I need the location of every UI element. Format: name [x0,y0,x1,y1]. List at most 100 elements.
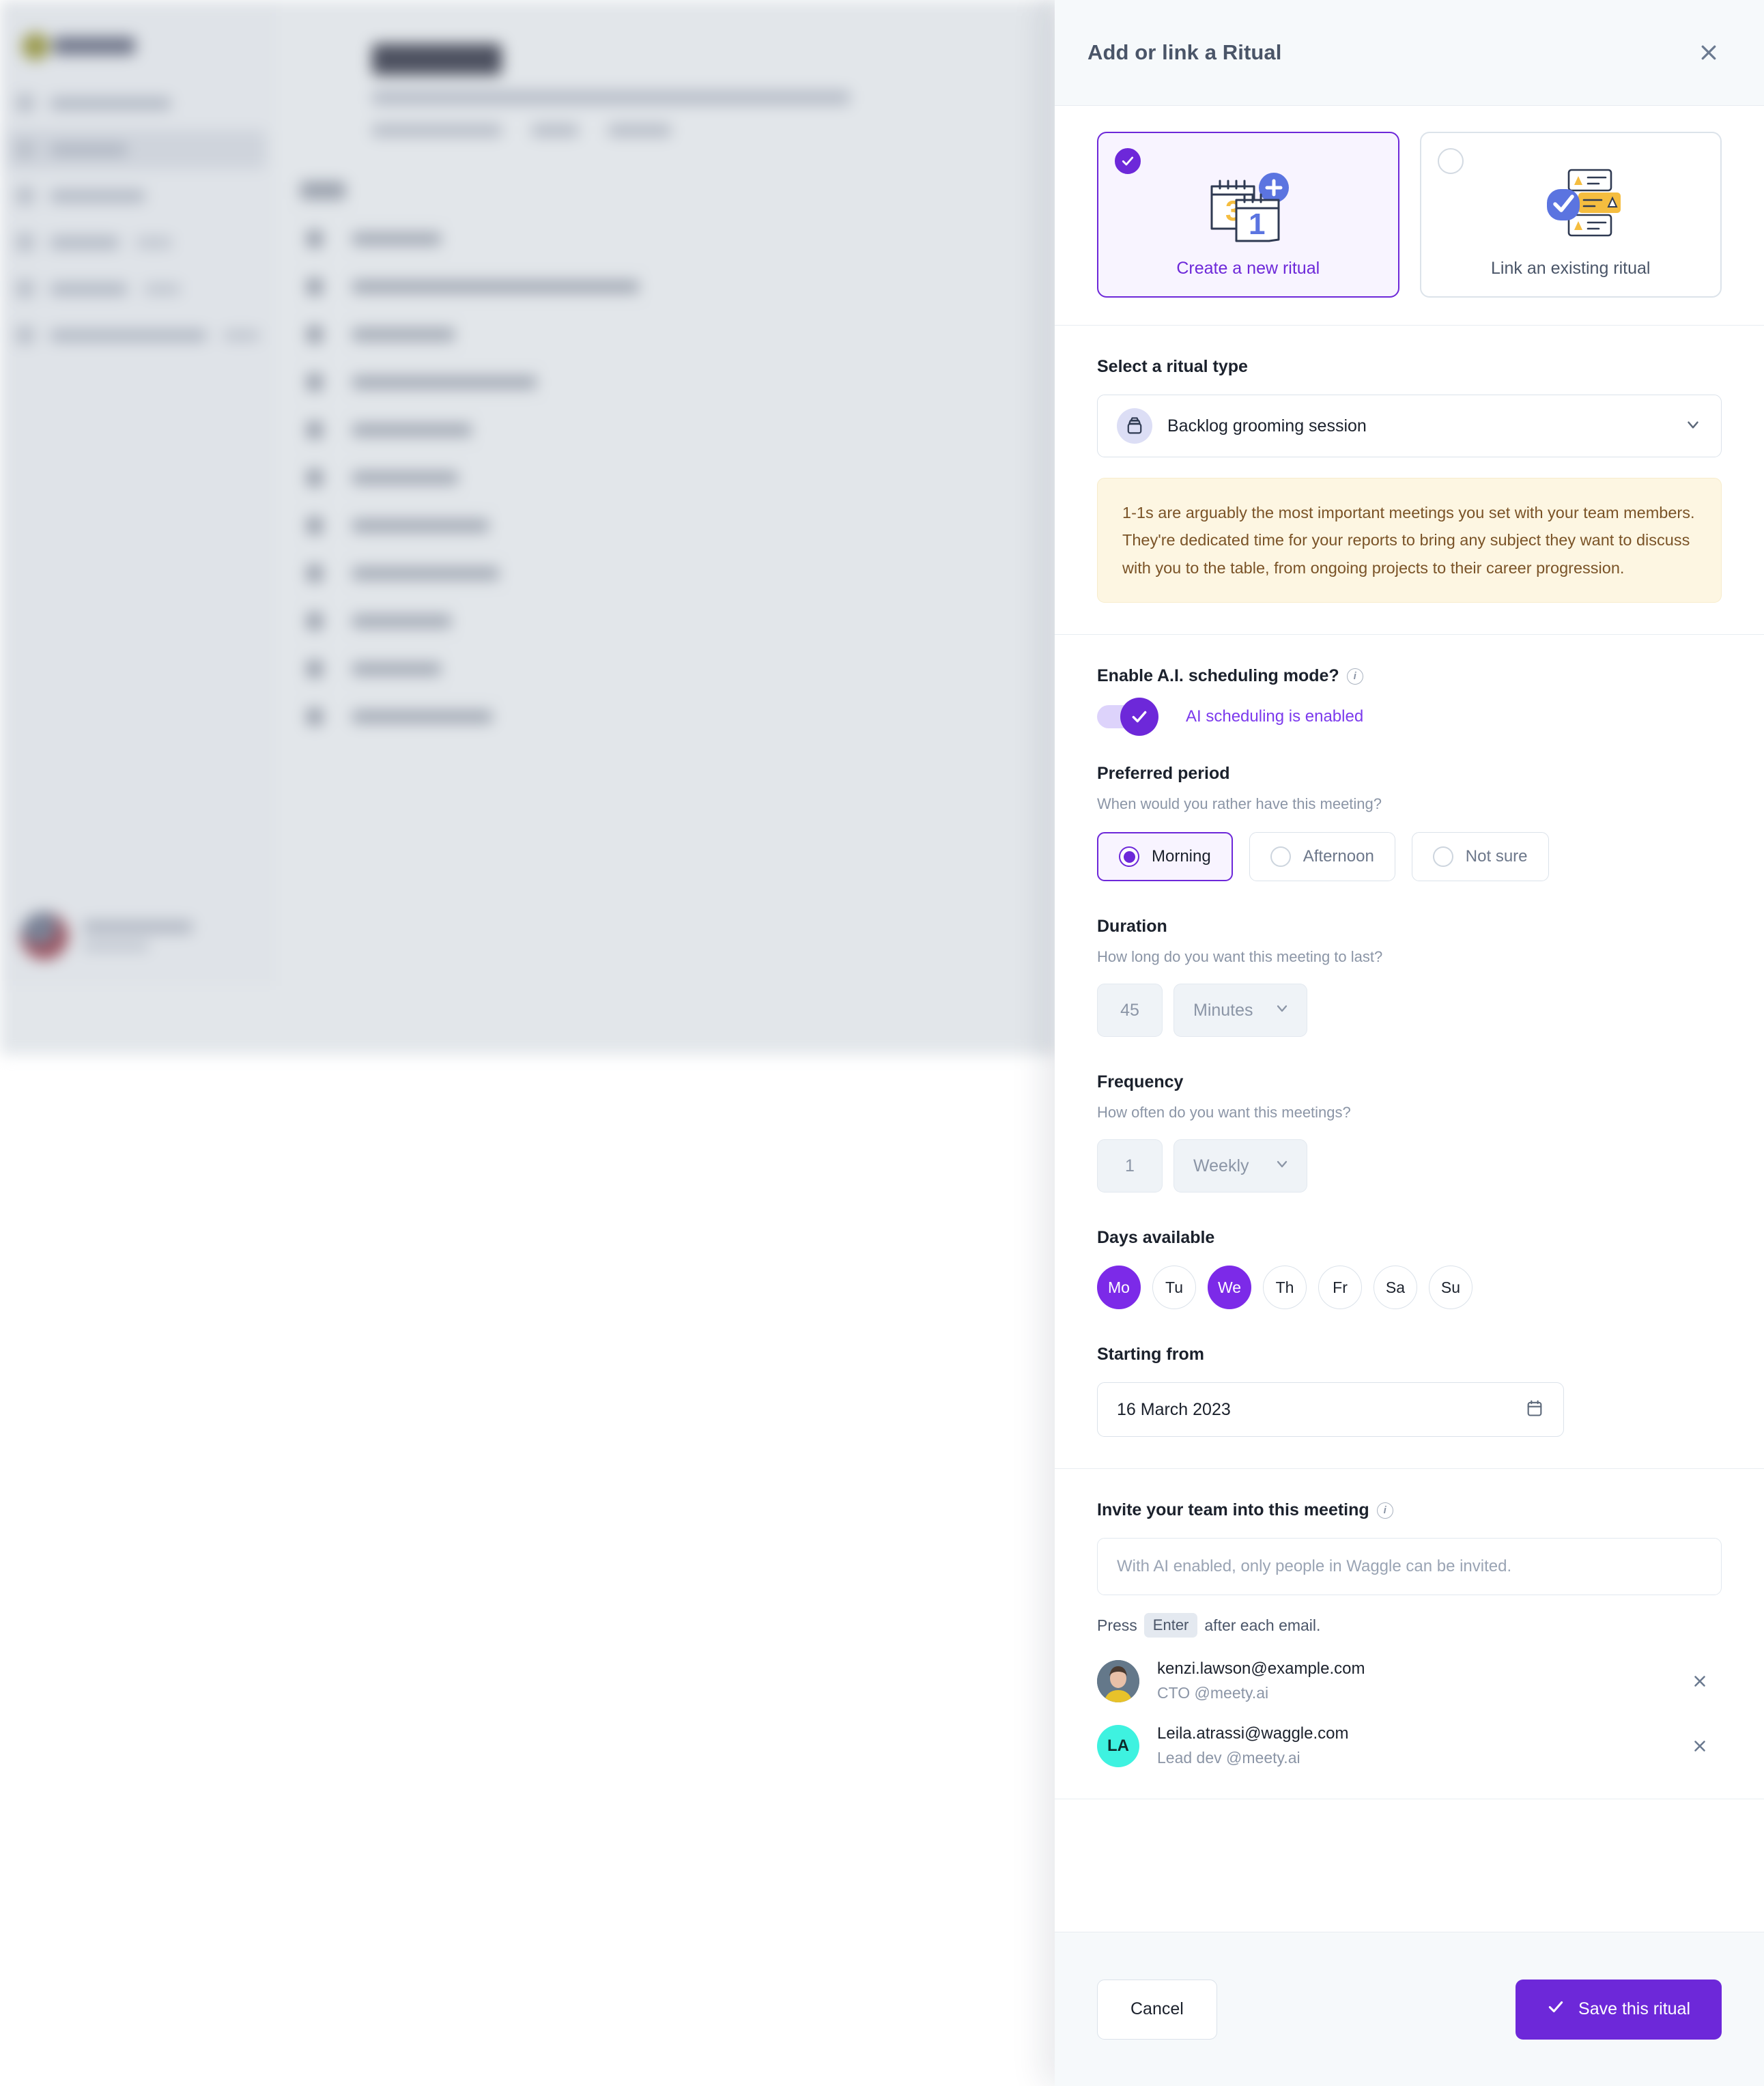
close-icon[interactable] [1693,37,1724,68]
remove-member-icon[interactable] [1686,1732,1713,1760]
radio-icon [1432,846,1453,868]
background-nav-label [51,190,145,202]
day-toggle-fr[interactable]: Fr [1318,1266,1362,1310]
background-list-row[interactable] [273,453,1057,501]
avatar [1097,1659,1139,1702]
frequency-label: Frequency [1097,1072,1184,1092]
chevron-down-icon [1274,1000,1290,1021]
duration-label: Duration [1097,917,1167,937]
link-existing-ritual-card[interactable]: Link an existing ritual [1419,132,1722,298]
day-toggle-su[interactable]: Su [1429,1266,1473,1310]
background-nav-icon [16,233,34,251]
duration-unit-select[interactable]: Minutes [1173,984,1307,1038]
ai-scheduling-toggle-row: AI scheduling is enabled [1097,698,1722,737]
duration-value-input[interactable]: 45 [1097,984,1163,1038]
frequency-value-input[interactable]: 1 [1097,1139,1163,1193]
background-sidebar-item[interactable] [7,315,266,355]
background-list-row[interactable] [273,405,1057,453]
background-row-icon [307,278,322,295]
linked-cards-illustration [1506,154,1636,249]
period-option-morning[interactable]: Morning [1097,832,1233,882]
invite-email-input[interactable] [1097,1538,1722,1596]
background-list-row[interactable] [273,597,1057,644]
background-list-row[interactable] [273,644,1057,692]
duration-unit-value: Minutes [1193,1000,1253,1020]
invite-hint-prefix: Press [1097,1616,1137,1634]
background-row-label [352,280,639,293]
member-role: CTO @meety.ai [1157,1684,1269,1702]
background-nav-badge [137,237,172,248]
remove-member-icon[interactable] [1686,1668,1713,1695]
create-new-ritual-card[interactable]: 3 1 Create a new ritual [1097,132,1399,298]
duration-hint: How long do you want this meeting to las… [1097,948,1383,966]
modal-title: Add or link a Ritual [1087,40,1282,64]
toggle-knob-check-icon [1120,698,1158,737]
save-ritual-button[interactable]: Save this ritual [1516,1979,1722,2040]
day-toggle-we[interactable]: We [1208,1266,1251,1310]
background-list-row[interactable] [273,692,1057,740]
chevron-down-icon [1274,1156,1290,1177]
avatar [20,911,68,960]
background-nav-label [51,236,119,248]
background-sidebar-item[interactable] [7,223,266,262]
background-nav-badge [224,330,259,341]
create-new-ritual-radio[interactable] [1115,148,1141,174]
day-toggle-sa[interactable]: Sa [1374,1266,1417,1310]
background-row-label [352,614,451,627]
background-list-row[interactable] [273,501,1057,549]
link-existing-ritual-label: Link an existing ritual [1491,259,1651,278]
background-nav-icon [16,280,34,298]
calendar-icon[interactable] [1525,1399,1544,1421]
background-row-icon [307,660,322,677]
ritual-type-value: Backlog grooming session [1167,416,1367,435]
background-row-icon [307,517,322,534]
background-list-row[interactable] [273,262,1057,310]
background-page-subtitle [372,90,850,105]
ai-scheduling-status: AI scheduling is enabled [1186,707,1364,726]
info-icon[interactable]: i [1346,668,1363,685]
background-sidebar-item[interactable] [7,130,266,169]
day-toggle-mo[interactable]: Mo [1097,1266,1141,1310]
background-sidebar-item[interactable] [7,83,266,123]
starting-from-date-picker[interactable]: 16 March 2023 [1097,1382,1564,1438]
background-row-label [352,328,455,341]
background-sidebar-item[interactable] [7,269,266,309]
frequency-hint: How often do you want this meetings? [1097,1104,1351,1121]
ai-scheduling-label: Enable A.I. scheduling mode? i [1097,666,1722,686]
invite-section: Invite your team into this meeting i Pre… [1055,1469,1764,1800]
frequency-unit-value: Weekly [1193,1156,1249,1175]
frequency-unit-select[interactable]: Weekly [1173,1139,1307,1193]
background-nav-label [51,283,127,295]
background-row-label [352,710,492,723]
day-toggle-tu[interactable]: Tu [1152,1266,1196,1310]
background-nav-label [51,143,127,156]
ai-scheduling-toggle[interactable] [1097,698,1158,737]
background-nav-icon [16,187,34,205]
background-main [273,3,1057,1055]
invited-member-row: kenzi.lawson@example.com CTO @meety.ai [1097,1659,1722,1702]
link-existing-ritual-radio[interactable] [1437,148,1464,174]
day-toggle-th[interactable]: Th [1263,1266,1307,1310]
ritual-type-select[interactable]: Backlog grooming session [1097,395,1722,457]
background-page-title [372,44,502,75]
cancel-button[interactable]: Cancel [1097,1979,1217,2040]
background-list-row[interactable] [273,310,1057,358]
period-option-not-sure[interactable]: Not sure [1411,832,1549,882]
ritual-type-section: Select a ritual type Backlog grooming se… [1055,326,1764,635]
background-list-row[interactable] [273,358,1057,405]
member-email: Leila.atrassi@waggle.com [1157,1724,1349,1743]
background-row-label [352,519,489,532]
background-list-row[interactable] [273,214,1057,262]
background-row-icon [307,612,322,629]
background-row-label [352,662,441,675]
background-row-icon [307,373,322,390]
period-option-afternoon[interactable]: Afternoon [1249,832,1395,882]
background-user-profile [0,885,273,986]
period-option-not-sure-label: Not sure [1465,847,1528,866]
invited-member-row: LA Leila.atrassi@waggle.com Lead dev @meet… [1097,1724,1722,1767]
info-icon[interactable]: i [1376,1502,1393,1519]
background-list-row[interactable] [273,549,1057,597]
background-row-label [352,232,441,245]
svg-text:1: 1 [1249,208,1265,241]
background-sidebar-item[interactable] [7,176,266,216]
